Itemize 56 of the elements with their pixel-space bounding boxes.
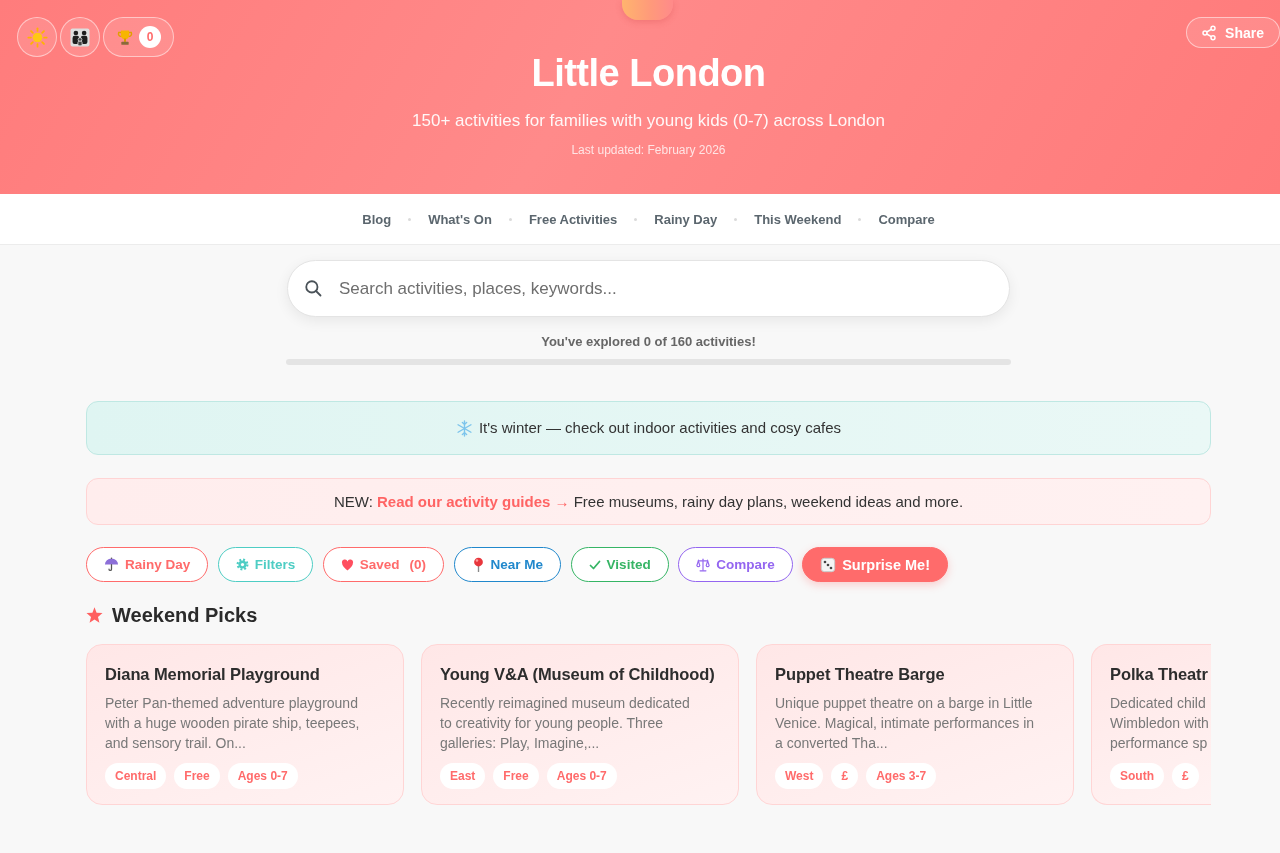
site-title: Little London	[531, 51, 766, 96]
activity-card[interactable]: Puppet Theatre Barge Unique puppet theatre on a barge in Little Venice. Magical, intimate performances in a converted Tha... West £ Ages 3-7	[756, 644, 1074, 805]
activity-card[interactable]: Young V&A (Museum of Childhood) Recently reimagined museum dedicated to creativity for young people. Three galleries: Play, Imagine,... East Free Ages 0-7	[421, 644, 739, 805]
snowflake-icon	[455, 419, 473, 437]
star-icon	[86, 607, 103, 623]
section-heading: Weekend Picks	[112, 603, 258, 627]
search-icon	[304, 279, 322, 297]
nav-link[interactable]: Free Activities	[528, 211, 618, 227]
progress-text: You've explored 0 of 160 activities!	[541, 333, 756, 351]
news-banner-text: NEW: Read our activity guides → Free museums, rainy day plans, weekend ideas and more.	[333, 492, 964, 512]
trophy-icon	[117, 28, 133, 46]
gear-icon	[235, 558, 249, 571]
nav-link[interactable]: This Weekend	[754, 211, 842, 227]
card-tag: Free	[493, 763, 539, 789]
card-tag: Free	[174, 763, 220, 789]
card-title: Puppet Theatre Barge	[775, 664, 945, 685]
card-title: Polka Theatr	[1110, 664, 1208, 685]
card-tag: South	[1110, 763, 1164, 789]
card-description: Dedicated child Wimbledon with performance sp	[1110, 694, 1209, 753]
sun-icon	[26, 26, 48, 48]
card-tag: £	[1172, 763, 1199, 789]
nav-link[interactable]: Rainy Day	[654, 211, 718, 227]
heart-icon	[340, 558, 354, 571]
search-field[interactable]: Search activities, places, keywords...	[287, 260, 1010, 317]
scales-icon	[696, 557, 711, 572]
site-subtitle: 150+ activities for families with young kids (0-7) across London	[412, 110, 885, 132]
filter-chip[interactable]: Compare	[678, 547, 793, 582]
card-title: Young V&A (Museum of Childhood)	[440, 664, 715, 685]
decorative-blob	[622, 0, 673, 20]
last-updated: Last updated: February 2026	[571, 142, 726, 158]
pin-icon	[471, 557, 485, 572]
nav-link[interactable]: Compare	[878, 211, 935, 227]
share-icon	[1201, 24, 1218, 41]
card-description: Recently reimagined museum dedicated to creativity for young people. Three galleries: Play, Imagine,...	[440, 694, 690, 753]
achievement-count: 0	[139, 26, 161, 48]
dice-icon	[820, 556, 837, 573]
card-description: Unique puppet theatre on a barge in Little Venice. Magical, intimate performances in a converted Tha...	[775, 694, 1035, 753]
card-description: Peter Pan-themed adventure playground with a huge wooden pirate ship, teepees, and sensory trail. On...	[105, 694, 360, 753]
card-tag: £	[831, 763, 859, 789]
card-tag: East	[440, 763, 486, 789]
season-banner-text: It's winter — check out indoor activities and cosy cafes	[478, 418, 842, 438]
nav-link[interactable]: What's On	[428, 211, 492, 227]
card-tag: Ages 3-7	[866, 763, 937, 789]
card-title: Diana Memorial Playground	[105, 664, 320, 685]
card-tag: Ages 0-7	[546, 763, 617, 789]
umbrella-icon	[104, 557, 119, 572]
card-tag: Ages 0-7	[227, 763, 298, 789]
check-icon	[588, 558, 601, 571]
activity-card[interactable]: Polka Theatr Dedicated child Wimbledon with performance sp South £	[1091, 644, 1211, 805]
card-tag: West	[775, 763, 824, 789]
nav-link[interactable]: Blog	[362, 211, 392, 227]
card-tag: Central	[105, 763, 167, 789]
filter-chip[interactable]: Near Me	[453, 547, 562, 582]
family-button[interactable]	[60, 17, 100, 57]
activity-card[interactable]: Diana Memorial Playground Peter Pan-themed adventure playground with a huge wooden pirate ship, teepees, and sensory trail. On... Central Free Ages 0-7	[86, 644, 404, 805]
family-icon	[70, 27, 90, 47]
